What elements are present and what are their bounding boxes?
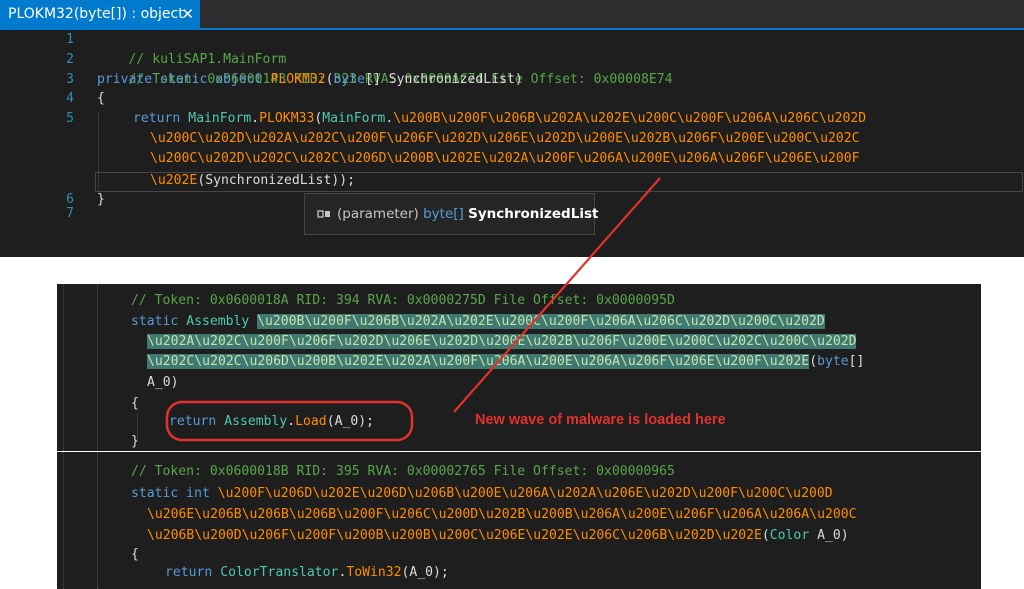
token-comment: // Token: 0x0600018B RID: 395 RVA: 0x000… xyxy=(131,464,675,479)
parameter: A_0) xyxy=(147,375,179,390)
type-name[interactable]: Assembly xyxy=(186,314,257,329)
keyword: static xyxy=(131,314,187,329)
tooltip-param-name: SynchronizedList xyxy=(468,206,599,222)
code-line-3: private static object PLOKM32(byte[] Syn… xyxy=(97,70,523,90)
parameter: A_0) xyxy=(809,528,849,543)
indent-guide xyxy=(97,452,98,589)
punct: . xyxy=(287,414,296,429)
keyword: private static object xyxy=(97,72,271,87)
brace: { xyxy=(131,547,139,562)
method-name[interactable]: Load xyxy=(295,414,327,429)
parameter-icon xyxy=(317,210,330,218)
keyword: byte xyxy=(817,354,849,369)
code-line-1: // Token: 0x0600018A RID: 394 RVA: 0x000… xyxy=(131,291,675,311)
keyword: static int xyxy=(131,486,218,501)
highlighted-obfuscated-name[interactable]: \u200B\u200F\u206B\u202A\u202E\u200C\u20… xyxy=(257,314,825,329)
parameter-tooltip: (parameter) byte[] SynchronizedList xyxy=(304,193,599,235)
line-number: 4 xyxy=(66,91,74,106)
annotation-label: New wave of malware is loaded here xyxy=(475,412,726,428)
tooltip-kind: (parameter) xyxy=(337,206,419,222)
punct: ( xyxy=(325,72,334,87)
obfuscated-name-cont[interactable]: \u202E xyxy=(150,173,197,188)
method-name[interactable]: PLOKM32 xyxy=(270,72,325,87)
code-line-5-end: \u202E(SynchronizedList)); xyxy=(150,171,355,191)
top-code-editor: PLOKM32(byte[]) : object ✕ 1 2 3 4 5 6 7… xyxy=(0,0,1024,257)
brace: { xyxy=(131,396,139,411)
line-number: 1 xyxy=(66,32,74,47)
keyword: byte xyxy=(333,72,366,87)
editor-tab-bar: PLOKM32(byte[]) : object ✕ xyxy=(0,0,1024,30)
keyword: return xyxy=(165,565,221,580)
method-name[interactable]: ToWin32 xyxy=(346,565,401,580)
close-icon[interactable]: ✕ xyxy=(181,0,194,28)
punct: ( xyxy=(809,354,818,369)
type-name[interactable]: ColorTranslator xyxy=(220,565,338,580)
indent-guide xyxy=(97,284,98,451)
code-line-5: A_0) xyxy=(147,373,179,393)
type-name[interactable]: MainForm xyxy=(188,111,251,126)
obfuscated-method-name[interactable]: \u200F\u206D\u202E\u206D\u206B\u200E\u20… xyxy=(218,486,833,501)
code-line-2: static int \u200F\u206D\u202E\u206D\u206… xyxy=(131,484,833,504)
brace: } xyxy=(97,192,105,207)
brace: } xyxy=(131,434,139,449)
obfuscated-name-cont[interactable]: \u206B\u200D\u206F\u200F\u200B\u200B\u20… xyxy=(147,528,762,543)
code-line-8: } xyxy=(131,432,139,451)
tab-plokm32[interactable]: PLOKM32(byte[]) : object ✕ xyxy=(0,0,200,28)
code-line-4: \u206B\u200D\u206F\u200F\u200B\u200B\u20… xyxy=(147,526,849,546)
highlighted-obfuscated-name[interactable]: \u202A\u202C\u200F\u206F\u202D\u206E\u20… xyxy=(147,334,857,349)
obfuscated-method-name[interactable]: \u200B\u200F\u206B\u202A\u202E\u200C\u20… xyxy=(393,111,866,126)
code-line-4: { xyxy=(97,89,105,109)
code-line-4: \u202C\u202C\u206D\u200B\u202E\u202A\u20… xyxy=(147,352,864,372)
code-line-6: { xyxy=(131,394,139,414)
code-line-7-load: return Assembly.Load(A_0); xyxy=(169,412,374,432)
line-number: 3 xyxy=(66,72,74,87)
type-name[interactable]: Color xyxy=(770,528,809,543)
argument: (A_0); xyxy=(401,565,449,580)
obfuscated-name-cont[interactable]: \u200C\u202D\u202C\u202C\u206D\u200B\u20… xyxy=(150,149,859,169)
punct: ( xyxy=(761,528,770,543)
tab-title: PLOKM32(byte[]) : object xyxy=(8,6,184,22)
argument: (SynchronizedList)); xyxy=(197,173,355,188)
code-line-1: // Token: 0x0600018B RID: 395 RVA: 0x000… xyxy=(131,462,675,482)
code-line-6: } xyxy=(97,190,105,210)
brace: { xyxy=(97,91,105,106)
tooltip-type: byte xyxy=(423,206,454,222)
type-name[interactable]: Assembly xyxy=(224,414,287,429)
token-comment: // Token: 0x0600018A RID: 394 RVA: 0x000… xyxy=(131,293,675,308)
parameter-list: [] SynchronizedList) xyxy=(365,72,523,87)
code-line-2: static Assembly \u200B\u200F\u206B\u202A… xyxy=(131,312,825,332)
type-name[interactable]: MainForm xyxy=(322,111,385,126)
argument: (A_0); xyxy=(326,414,375,429)
code-line-5: return MainForm.PLOKM33(MainForm.\u200B\… xyxy=(133,109,866,129)
indent-guide xyxy=(63,284,64,451)
indent-guide xyxy=(63,452,64,589)
keyword: return xyxy=(133,111,189,126)
obfuscated-name-cont[interactable]: \u200C\u202D\u202A\u202C\u200F\u206F\u20… xyxy=(150,129,859,149)
obfuscated-name-cont[interactable]: \u206E\u206B\u206B\u206B\u200F\u206C\u20… xyxy=(147,505,856,525)
line-number: 2 xyxy=(66,52,74,67)
punct: [] xyxy=(848,354,865,369)
code-line-3: \u202A\u202C\u200F\u206F\u202D\u206E\u20… xyxy=(147,332,857,352)
tooltip-type-suffix: [] xyxy=(453,206,464,222)
code-line-5: { xyxy=(131,545,139,565)
code-line-6: return ColorTranslator.ToWin32(A_0); xyxy=(165,563,449,583)
bottom-code-editor: // Token: 0x0600018B RID: 395 RVA: 0x000… xyxy=(57,452,981,589)
punct: . xyxy=(251,111,260,126)
line-number: 7 xyxy=(66,206,74,221)
keyword: return xyxy=(169,414,225,429)
highlighted-obfuscated-name[interactable]: \u202C\u202C\u206D\u200B\u202E\u202A\u20… xyxy=(147,354,810,369)
method-name[interactable]: PLOKM33 xyxy=(259,111,314,126)
line-number: 5 xyxy=(66,111,74,126)
